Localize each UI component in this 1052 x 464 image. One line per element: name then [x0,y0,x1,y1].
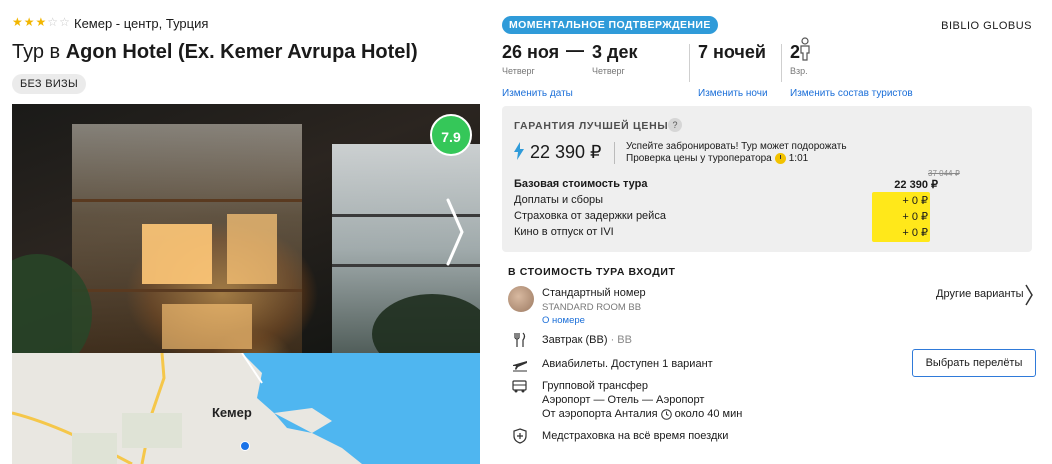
date-to-weekday: Четверг [592,66,625,76]
room-code: STANDARD ROOM BB [542,302,642,313]
breakdown-label: Базовая стоимость тура [514,178,648,190]
meal-code: · BB [610,334,632,346]
select-flights-button[interactable]: Выбрать перелёты [912,349,1036,377]
price-card: ГАРАНТИЯ ЛУЧШЕЙ ЦЕНЫ ? 22 390 ₽ Успейте … [502,106,1032,252]
change-nights-link[interactable]: Изменить ночи [698,88,768,99]
map-city-label: Кемер [212,405,252,420]
transfer-route: Аэропорт — Отель — Аэропорт [542,394,705,406]
old-price: 37 044 ₽ [928,169,960,178]
insurance-info: Медстраховка на всё время поездки [542,430,729,442]
change-tourists-link[interactable]: Изменить состав туристов [790,88,913,99]
photo-balcony [72,199,302,202]
star-empty-icon: ☆ [59,15,70,29]
photo-window [227,214,277,284]
about-room-link[interactable]: О номере [542,315,585,326]
price-check-label: Проверка цены у туроператора [626,153,772,164]
breakdown-label: Страховка от задержки рейса [514,210,666,222]
tour-operator: BIBLIO GLOBUS [941,20,1032,32]
room-thumbnail [508,286,534,312]
star-filled-icon: ★ [23,15,35,29]
date-from-weekday: Четверг [502,66,535,76]
visa-badge: БЕЗ ВИЗЫ [12,74,87,94]
hotel-info: ★ ★ ★ ☆ ☆ Кемер - центр, Турция Тур в Ag… [0,0,490,464]
photo-window [162,304,252,349]
adult-person-icon [800,37,810,61]
date-to: 3 дек [592,42,638,62]
divider [781,44,782,82]
chevron-right-icon[interactable] [440,192,470,272]
includes-title: В СТОИМОСТЬ ТУРА ВХОДИТ [508,266,676,278]
hotel-location: Кемер - центр, Турция [74,16,209,31]
rating-badge: 7.9 [430,114,472,156]
help-icon[interactable]: ? [668,118,682,132]
breakdown-value: + 0 ₽ [902,211,928,223]
hotel-photo[interactable] [12,104,480,353]
change-dates-link[interactable]: Изменить даты [502,88,573,99]
breakdown-label: Доплаты и сборы [514,194,604,206]
price-hint: Успейте забронировать! Тур может подорож… [626,141,847,152]
other-variants-link[interactable]: Другие варианты [936,288,1024,300]
date-separator: — [566,40,584,60]
photo-window [142,224,212,284]
breakdown-value: + 0 ₽ [902,227,928,239]
transfer-from: От аэропорта Анталия [542,408,658,420]
page-title: Тур в Agon Hotel (Ex. Kemer Avrupa Hotel… [12,41,418,64]
breakdown-value: + 0 ₽ [902,195,928,207]
bus-icon [512,380,527,393]
divider [614,142,615,164]
clock-icon [660,408,672,420]
date-from: 26 ноя [502,42,560,62]
star-filled-icon: ★ [12,15,23,29]
hotel-name: Agon Hotel (Ex. Kemer Avrupa Hotel) [65,41,418,63]
breakdown-value: 22 390 ₽ [894,179,938,191]
booking-panel: МОМЕНТАЛЬНОЕ ПОДТВЕРЖДЕНИЕ BIBLIO GLOBUS… [490,0,1052,464]
clock-icon [774,153,786,164]
breakdown-label: Кино в отпуск от IVI [514,226,614,238]
flights-info: Авиабилеты. Доступен 1 вариант [542,358,713,370]
best-price-guarantee: ГАРАНТИЯ ЛУЧШЕЙ ЦЕНЫ [514,120,669,132]
instant-confirmation-badge: МОМЕНТАЛЬНОЕ ПОДТВЕРЖДЕНИЕ [502,16,718,34]
star-empty-icon: ☆ [47,15,59,29]
meal-icon [514,332,526,347]
total-price: 22 390 ₽ [530,142,602,162]
room-name: Стандартный номер [542,287,646,299]
star-filled-icon: ★ [35,15,47,29]
price-check-hint: Проверка цены у туроператора 1:01 [626,153,808,164]
star-rating: ★ ★ ★ ☆ ☆ [12,16,70,28]
divider [689,44,690,82]
transfer-time: около 40 мин [674,408,743,420]
meal-label: Завтрак (BB) [542,334,608,346]
meal-info: Завтрак (BB) · BB [542,334,632,346]
lightning-icon [514,142,524,160]
shield-icon [513,428,527,444]
photo-balcony [72,289,302,292]
tourists-label: Взр. [790,66,808,76]
transfer-duration: От аэропорта Анталия около 40 мин [542,408,742,420]
transfer-title: Групповой трансфер [542,380,649,392]
hotel-map[interactable]: Кемер [12,353,480,464]
title-prefix: Тур в [12,41,66,63]
map-pin-icon [240,441,250,451]
price-check-timer: 1:01 [788,153,809,164]
nights-count: 7 ночей [698,42,766,62]
airplane-icon [513,361,527,372]
chevron-right-icon[interactable] [1024,283,1034,307]
